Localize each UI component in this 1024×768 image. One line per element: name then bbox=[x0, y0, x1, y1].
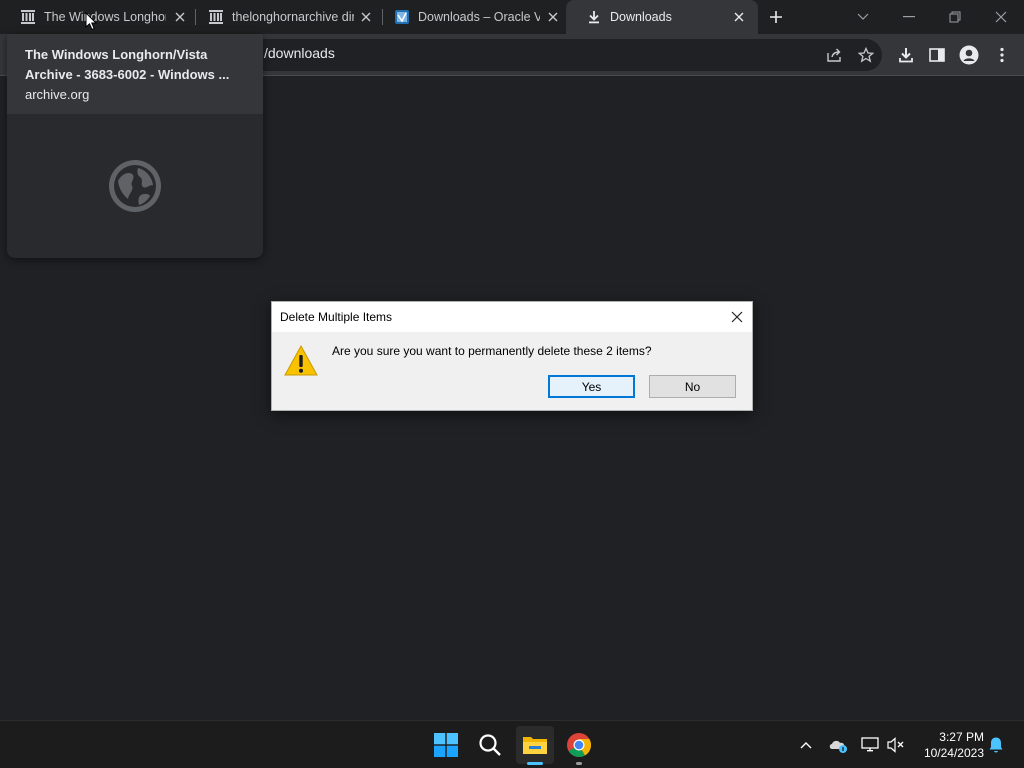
dialog-message: Are you sure you want to permanently del… bbox=[332, 344, 652, 358]
no-button[interactable]: No bbox=[649, 375, 736, 398]
download-icon bbox=[586, 9, 602, 25]
close-icon[interactable] bbox=[731, 9, 747, 25]
virtualbox-icon bbox=[394, 9, 410, 25]
hover-card-header: The Windows Longhorn/Vista Archive - 368… bbox=[7, 34, 263, 114]
archive-icon bbox=[20, 9, 36, 25]
search-button[interactable] bbox=[471, 726, 509, 764]
tab-search-chevron-icon[interactable] bbox=[852, 6, 874, 28]
yes-button[interactable]: Yes bbox=[548, 375, 635, 398]
chevron-up-icon[interactable] bbox=[795, 734, 817, 756]
share-icon[interactable] bbox=[823, 44, 845, 66]
archive-icon bbox=[208, 9, 224, 25]
bookmark-star-icon[interactable] bbox=[855, 44, 877, 66]
downloads-icon[interactable] bbox=[895, 44, 917, 66]
hover-card-title-line1: The Windows Longhorn/Vista bbox=[25, 47, 208, 62]
dialog-title: Delete Multiple Items bbox=[280, 310, 393, 324]
restore-button[interactable] bbox=[944, 6, 966, 28]
start-button[interactable] bbox=[427, 726, 465, 764]
address-url[interactable]: /downloads bbox=[264, 45, 335, 61]
active-app-indicator bbox=[527, 762, 543, 765]
tab-longhorn-directory[interactable]: thelonghornarchive directory bbox=[188, 0, 382, 34]
tab-title: thelonghornarchive directory bbox=[232, 10, 354, 24]
profile-icon[interactable] bbox=[958, 44, 980, 66]
delete-confirmation-dialog: Delete Multiple Items Are you sure you w… bbox=[271, 301, 753, 411]
taskbar: 3:27 PM 10/24/2023 bbox=[0, 720, 1024, 768]
side-panel-icon[interactable] bbox=[926, 44, 948, 66]
warning-icon bbox=[284, 344, 318, 378]
hover-card-domain: archive.org bbox=[25, 87, 90, 102]
globe-icon bbox=[108, 159, 162, 213]
close-icon[interactable] bbox=[172, 9, 188, 25]
tab-title: Downloads – Oracle VM bbox=[418, 10, 540, 24]
tab-downloads[interactable]: Downloads bbox=[566, 0, 758, 34]
tab-longhorn-archive[interactable]: The Windows Longhorn/Vista Archive bbox=[0, 0, 196, 34]
minimize-button[interactable] bbox=[898, 6, 920, 28]
system-clock[interactable]: 3:27 PM 10/24/2023 bbox=[912, 729, 984, 761]
tab-hover-card: The Windows Longhorn/Vista Archive - 368… bbox=[7, 34, 263, 258]
menu-kebab-icon[interactable] bbox=[991, 44, 1013, 66]
new-tab-button[interactable] bbox=[766, 7, 786, 27]
onedrive-icon[interactable] bbox=[827, 734, 849, 756]
close-icon[interactable] bbox=[545, 9, 561, 25]
mouse-cursor bbox=[85, 11, 98, 36]
window-close-button[interactable] bbox=[990, 6, 1012, 28]
volume-muted-icon[interactable] bbox=[885, 734, 907, 756]
dialog-titlebar[interactable]: Delete Multiple Items bbox=[272, 302, 752, 332]
tab-strip: The Windows Longhorn/Vista Archive thelo… bbox=[0, 0, 1024, 34]
hover-card-title-line2: Archive - 3683-6002 - Windows ... bbox=[25, 67, 230, 82]
clock-time: 3:27 PM bbox=[939, 730, 984, 744]
file-explorer-button[interactable] bbox=[516, 726, 554, 764]
close-icon[interactable] bbox=[358, 9, 374, 25]
clock-date: 10/24/2023 bbox=[923, 746, 984, 760]
running-app-indicator bbox=[576, 762, 582, 765]
close-icon[interactable] bbox=[728, 308, 746, 326]
tab-title: The Windows Longhorn/Vista Archive bbox=[44, 10, 166, 24]
tab-virtualbox-downloads[interactable]: Downloads – Oracle VM bbox=[374, 0, 566, 34]
notification-bell-icon[interactable] bbox=[985, 734, 1007, 756]
network-icon[interactable] bbox=[859, 734, 881, 756]
chrome-button[interactable] bbox=[560, 726, 598, 764]
tab-title: Downloads bbox=[610, 10, 672, 24]
